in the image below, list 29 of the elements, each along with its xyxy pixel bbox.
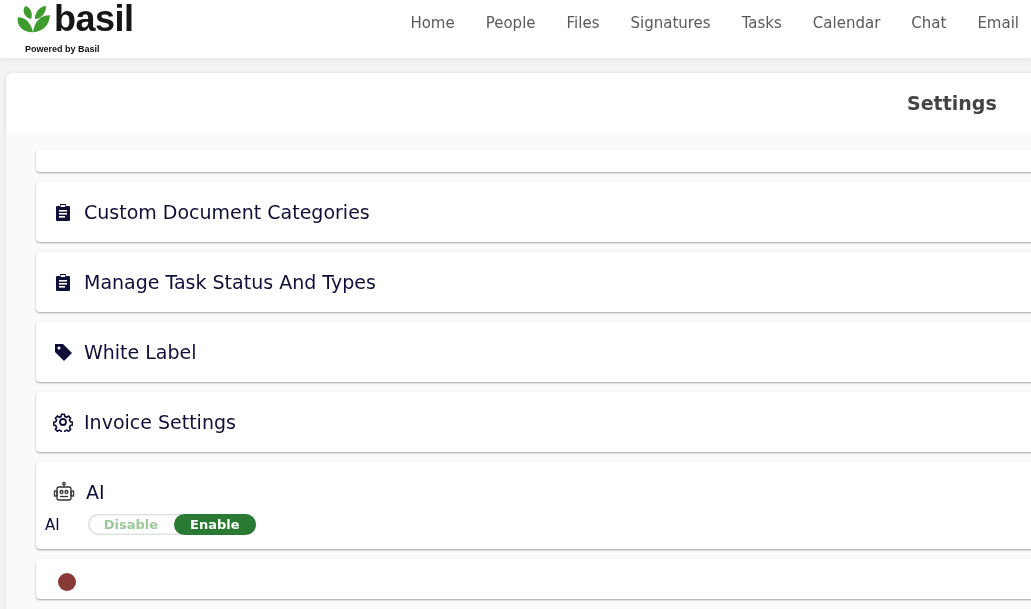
settings-section[interactable]: White Label [36,322,1031,382]
section-title: Invoice Settings [84,411,236,433]
settings-section[interactable]: Custom Document Categories [36,182,1031,242]
nav-link[interactable]: Signatures [630,14,711,32]
gear-icon [53,412,73,432]
nav-link[interactable]: Chat [911,14,947,32]
nav-link[interactable]: Email [977,14,1019,32]
nav-link[interactable]: Calendar [812,14,881,32]
clipboard-icon [53,202,73,222]
clipboard-icon [53,272,73,292]
avatar-icon [58,573,76,591]
settings-section[interactable]: AI AI Disable Enable [36,462,1031,549]
brand-tagline: Powered by Basil [25,44,101,54]
nav-link[interactable]: Files [566,14,600,32]
section-title: Manage Task Status And Types [84,271,376,293]
nav-link[interactable]: Tasks [741,14,782,32]
section-title: Custom Document Categories [84,201,370,223]
setting-label: AI [45,515,60,534]
toggle-option[interactable]: Enable [174,514,256,535]
section-title: AI [86,481,105,503]
section-title: White Label [84,341,197,363]
nav-link[interactable]: People [485,14,536,32]
settings-section[interactable]: Invoice Settings [36,392,1031,452]
settings-section[interactable]: Manage Task Status And Types [36,252,1031,312]
nav-link[interactable]: Home [410,14,455,32]
brand-name: basil [54,1,134,37]
page-title: Settings [907,92,997,114]
robot-icon [53,481,75,503]
tag-icon [53,342,73,362]
